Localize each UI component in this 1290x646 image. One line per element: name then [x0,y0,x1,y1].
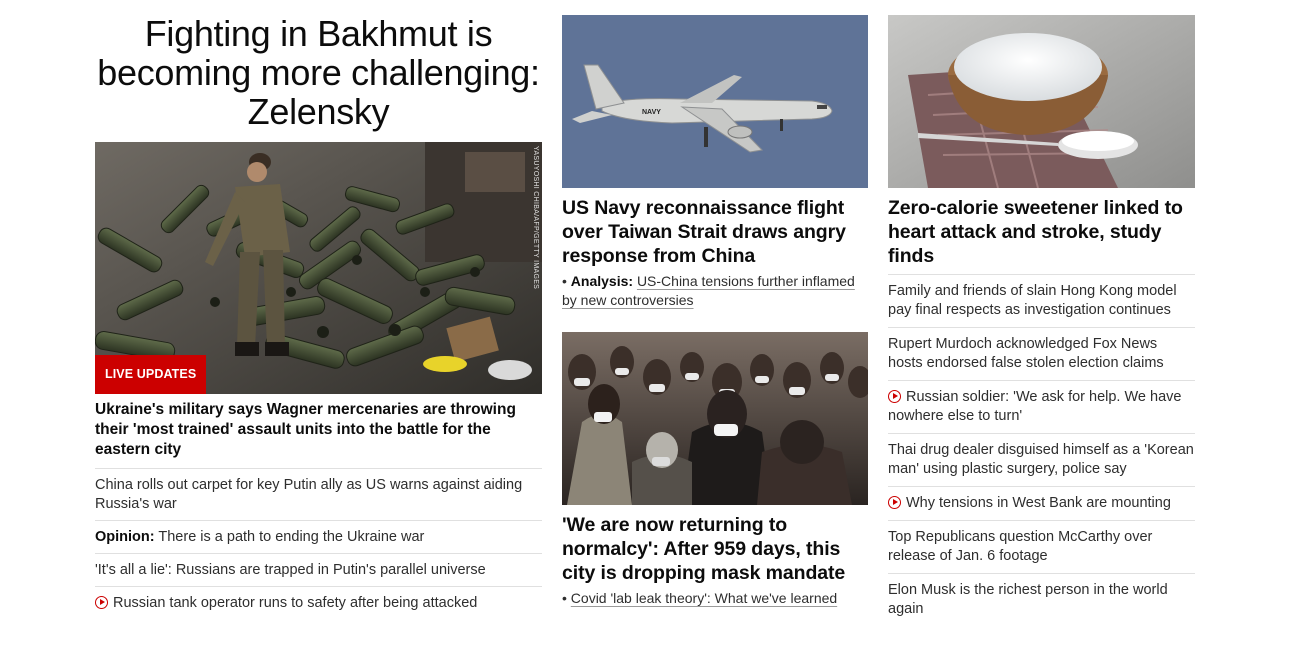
card-title-sweetener[interactable]: Zero-calorie sweetener linked to heart a… [888,196,1195,268]
list-item[interactable]: Thai drug dealer disguised himself as a … [888,433,1195,486]
photo-credit: YASUYOSHI CHIBA/AFP/GETTY IMAGES [532,146,539,290]
story-link[interactable]: Family and friends of slain Hong Kong mo… [888,283,1177,318]
play-video-icon [888,390,901,403]
card-title-navy[interactable]: US Navy reconnaissance flight over Taiwa… [562,196,868,268]
analysis-label: Analysis: [570,273,634,289]
play-video-icon [95,596,108,609]
story-link[interactable]: Elon Musk is the richest person in the w… [888,582,1168,617]
story-link[interactable]: Top Republicans question McCarthy over r… [888,529,1152,564]
list-item[interactable]: Top Republicans question McCarthy over r… [888,520,1195,573]
play-video-icon [888,496,901,509]
list-item[interactable]: 'It's all a lie': Russians are trapped i… [95,553,542,586]
story-link[interactable]: China rolls out carpet for key Putin all… [95,477,522,512]
main-headline[interactable]: Fighting in Bakhmut is becoming more cha… [95,14,542,131]
list-item[interactable]: Why tensions in West Bank are mounting [888,486,1195,520]
story-link[interactable]: Russian soldier: 'We ask for help. We ha… [888,389,1181,424]
main-story-list: China rolls out carpet for key Putin all… [95,468,542,619]
list-item[interactable]: China rolls out carpet for key Putin all… [95,468,542,520]
story-link[interactable]: 'It's all a lie': Russians are trapped i… [95,562,486,578]
navy-plane-image[interactable]: NAVY [562,15,868,188]
opinion-label: Opinion: [95,529,155,545]
main-story-column: Fighting in Bakhmut is becoming more cha… [95,0,542,611]
card-sub-masks[interactable]: • Covid 'lab leak theory': What we've le… [562,589,868,608]
list-item[interactable]: Elon Musk is the richest person in the w… [888,573,1195,626]
list-item[interactable]: Russian tank operator runs to safety aft… [95,586,542,619]
sweetener-image[interactable] [888,15,1195,188]
crowd-photo [562,332,868,505]
story-link[interactable]: There is a path to ending the Ukraine wa… [158,529,424,545]
bullet: • [562,590,567,606]
list-item[interactable]: Family and friends of slain Hong Kong mo… [888,274,1195,327]
covid-link[interactable]: Covid 'lab leak theory': What we've lear… [571,590,837,606]
live-updates-badge[interactable]: LIVE UPDATES [95,355,207,394]
plane-label: NAVY [642,109,661,116]
list-item[interactable]: Opinion: There is a path to ending the U… [95,520,542,553]
card-sub-navy[interactable]: • Analysis: US-China tensions further in… [562,272,868,310]
sweetener-photo [888,15,1195,188]
story-link[interactable]: Rupert Murdoch acknowledged Fox News hos… [888,336,1164,371]
crowd-masks-image[interactable] [562,332,868,505]
story-link[interactable]: Why tensions in West Bank are mounting [906,495,1171,511]
hero-image-ukraine-shells[interactable]: YASUYOSHI CHIBA/AFP/GETTY IMAGES LIVE UP… [95,142,542,394]
bullet: • [562,273,567,289]
right-story-list: Family and friends of slain Hong Kong mo… [888,274,1195,626]
story-link[interactable]: Thai drug dealer disguised himself as a … [888,442,1194,477]
lead-story-title[interactable]: Ukraine's military says Wagner mercenari… [95,400,542,460]
plane-photo: NAVY [562,15,868,188]
list-item[interactable]: Rupert Murdoch acknowledged Fox News hos… [888,327,1195,380]
list-item[interactable]: Russian soldier: 'We ask for help. We ha… [888,380,1195,433]
story-link[interactable]: Russian tank operator runs to safety aft… [113,595,477,611]
card-title-masks[interactable]: 'We are now returning to normalcy': Afte… [562,513,868,585]
